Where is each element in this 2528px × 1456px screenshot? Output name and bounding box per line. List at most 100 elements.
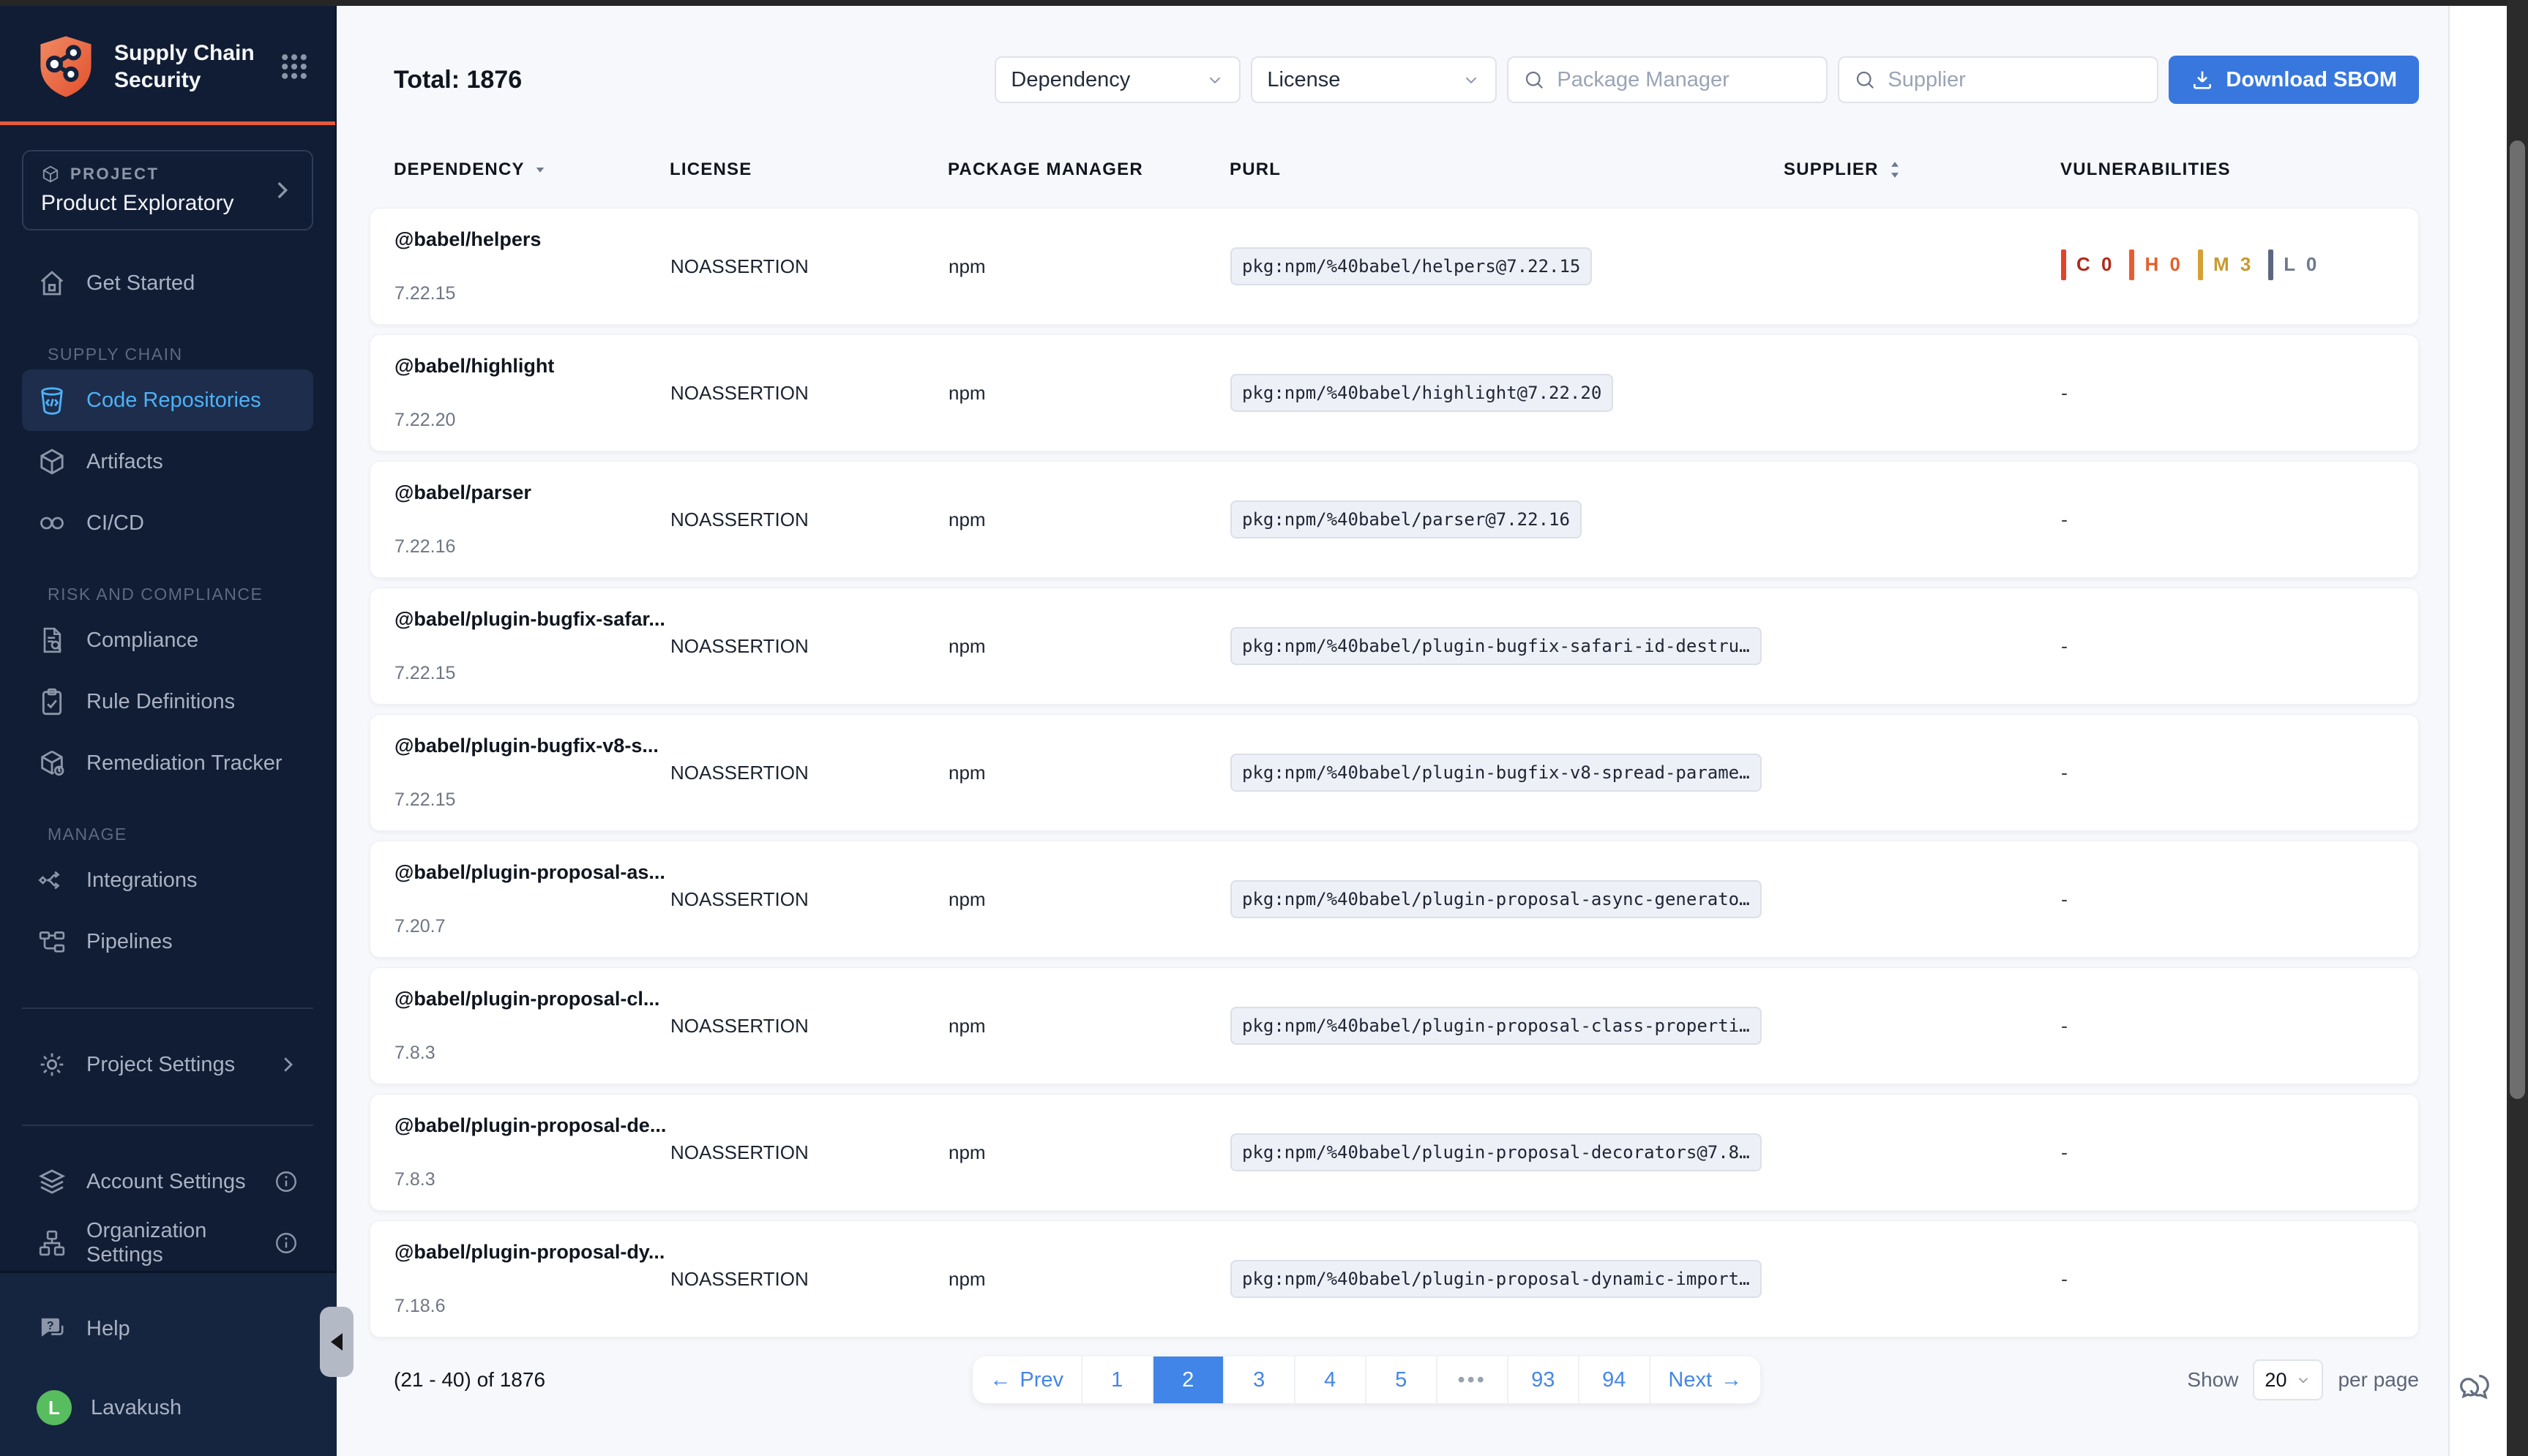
vulnerabilities-empty: - (2061, 382, 2068, 404)
sidebar-item-pipelines[interactable]: Pipelines (22, 911, 313, 972)
svg-text:?: ? (47, 1320, 54, 1332)
project-box-icon (41, 165, 60, 184)
sidebar-item-rule-definitions[interactable]: Rule Definitions (22, 671, 313, 732)
rule-definitions-clipboard-icon (37, 686, 67, 717)
table-row[interactable]: @babel/plugin-proposal-cl...7.8.3NOASSER… (370, 967, 2419, 1084)
severity-badge-C: C 0 (2061, 249, 2114, 280)
license-filter-select[interactable]: License (1251, 56, 1497, 103)
pipelines-icon (37, 926, 67, 957)
vulnerabilities-empty: - (2061, 762, 2068, 784)
severity-badge-M: M 3 (2198, 249, 2254, 280)
sidebar-item-artifacts[interactable]: Artifacts (22, 431, 313, 492)
dependency-cell: @babel/helpers7.22.15 (394, 228, 670, 304)
section-label-manage: MANAGE (22, 823, 313, 845)
package-manager-input[interactable] (1555, 67, 1811, 93)
sidebar-collapse-handle[interactable] (320, 1307, 354, 1377)
purl-cell: pkg:npm/%40babel/plugin-bugfix-safari-id… (1230, 627, 1784, 665)
per-page-label: per page (2338, 1368, 2419, 1392)
purl-cell: pkg:npm/%40babel/highlight@7.22.20 (1230, 374, 1784, 412)
column-header-dependency[interactable]: DEPENDENCY (394, 160, 670, 180)
info-icon[interactable] (274, 1169, 299, 1194)
arrow-right-icon: → (1721, 1368, 1742, 1392)
scrollbar-thumb[interactable] (2510, 140, 2525, 1099)
vulnerabilities-cell: - (2061, 635, 2418, 658)
dependency-cell: @babel/plugin-proposal-cl...7.8.3 (394, 988, 670, 1064)
vulnerabilities-empty: - (2061, 888, 2068, 910)
chat-widget-icon[interactable] (2458, 1370, 2496, 1408)
chevron-down-icon (1462, 70, 1481, 89)
collapse-arrow-icon (331, 1333, 343, 1351)
page-size-select[interactable]: 20 (2253, 1359, 2323, 1400)
sidebar-item-help[interactable]: ? Help (22, 1298, 315, 1359)
show-label: Show (2187, 1368, 2238, 1392)
info-icon[interactable] (274, 1231, 299, 1256)
sidebar-item-label: Remediation Tracker (86, 751, 283, 776)
app-grid-icon[interactable] (278, 50, 310, 83)
pagination-page-1[interactable]: 1 (1082, 1356, 1153, 1403)
sidebar-item-compliance[interactable]: Compliance (22, 609, 313, 671)
table-row[interactable]: @babel/plugin-proposal-de...7.8.3NOASSER… (370, 1094, 2419, 1211)
pagination: ←Prev12345•••9394Next→ (973, 1356, 1760, 1403)
column-header-purl: PURL (1230, 160, 1784, 180)
table-body: @babel/helpers7.22.15NOASSERTIONnpmpkg:n… (370, 208, 2419, 1337)
chevron-right-icon (269, 178, 294, 203)
pagination-page-2[interactable]: 2 (1153, 1356, 1224, 1403)
license-value: NOASSERTION (670, 888, 949, 911)
license-filter-label: License (1267, 68, 1340, 92)
table-row[interactable]: @babel/plugin-proposal-as...7.20.7NOASSE… (370, 841, 2419, 958)
table-row[interactable]: @babel/highlight7.22.20NOASSERTIONnpmpkg… (370, 334, 2419, 451)
sort-both-icon (1888, 160, 1902, 179)
dependency-name: @babel/highlight (394, 355, 670, 378)
pagination-page-93[interactable]: 93 (1508, 1356, 1579, 1403)
pagination-next[interactable]: Next→ (1650, 1356, 1760, 1403)
supplier-input[interactable] (1886, 67, 2142, 93)
package-manager-value: npm (949, 509, 1230, 531)
pagination-page-4[interactable]: 4 (1295, 1356, 1366, 1403)
purl-chip: pkg:npm/%40babel/plugin-bugfix-safari-id… (1230, 627, 1762, 665)
dependency-version: 7.8.3 (394, 1043, 670, 1064)
dependency-version: 7.8.3 (394, 1169, 670, 1190)
sidebar-item-integrations[interactable]: Integrations (22, 849, 313, 911)
vulnerabilities-empty: - (2061, 509, 2068, 530)
table-row[interactable]: @babel/helpers7.22.15NOASSERTIONnpmpkg:n… (370, 208, 2419, 325)
download-sbom-button[interactable]: Download SBOM (2169, 56, 2419, 104)
arrow-left-icon: ← (990, 1368, 1011, 1392)
license-value: NOASSERTION (670, 762, 949, 784)
dependency-version: 7.22.15 (394, 663, 670, 684)
table-row[interactable]: @babel/plugin-bugfix-safar...7.22.15NOAS… (370, 588, 2419, 705)
total-count: Total: 1876 (394, 66, 522, 94)
pagination-page-94[interactable]: 94 (1579, 1356, 1650, 1403)
sidebar-item-code-repositories[interactable]: Code Repositories (22, 369, 313, 431)
sidebar-item-remediation-tracker[interactable]: Remediation Tracker (22, 732, 313, 794)
dependency-cell: @babel/plugin-bugfix-v8-s...7.22.15 (394, 735, 670, 811)
search-icon (1523, 69, 1545, 91)
project-switcher[interactable]: PROJECT Product Exploratory (22, 150, 313, 230)
sidebar-item-project-settings[interactable]: Project Settings (22, 1034, 313, 1095)
sidebar-item-label: Get Started (86, 271, 195, 296)
sidebar-item-get-started[interactable]: Get Started (22, 252, 313, 314)
table-row[interactable]: @babel/parser7.22.16NOASSERTIONnpmpkg:np… (370, 461, 2419, 578)
vulnerabilities-empty: - (2061, 1141, 2068, 1163)
dependency-version: 7.18.6 (394, 1296, 670, 1317)
purl-chip: pkg:npm/%40babel/highlight@7.22.20 (1230, 374, 1613, 412)
sidebar-item-account-settings[interactable]: Account Settings (22, 1151, 313, 1212)
pagination-page-3[interactable]: 3 (1224, 1356, 1295, 1403)
table-row[interactable]: @babel/plugin-bugfix-v8-s...7.22.15NOASS… (370, 714, 2419, 831)
layers-gear-icon (37, 1166, 67, 1197)
sidebar-item-label: Artifacts (86, 450, 163, 474)
package-manager-value: npm (949, 635, 1230, 658)
pagination-prev[interactable]: ←Prev (973, 1356, 1082, 1403)
package-manager-value: npm (949, 888, 1230, 911)
package-manager-search (1507, 56, 1828, 103)
pagination-page-5[interactable]: 5 (1366, 1356, 1437, 1403)
license-value: NOASSERTION (670, 1141, 949, 1164)
table-row[interactable]: @babel/plugin-proposal-dy...7.18.6NOASSE… (370, 1220, 2419, 1337)
dependency-filter-select[interactable]: Dependency (995, 56, 1241, 103)
severity-badge-L: L 0 (2268, 249, 2319, 280)
column-header-supplier[interactable]: SUPPLIER (1784, 160, 2060, 180)
pagination-range: (21 - 40) of 1876 (394, 1368, 545, 1392)
chevron-down-icon (2295, 1372, 2311, 1388)
user-menu[interactable]: L Lavakush (22, 1377, 315, 1438)
sidebar-item-cicd[interactable]: CI/CD (22, 492, 313, 554)
sidebar-item-organization-settings[interactable]: Organization Settings (22, 1212, 313, 1274)
